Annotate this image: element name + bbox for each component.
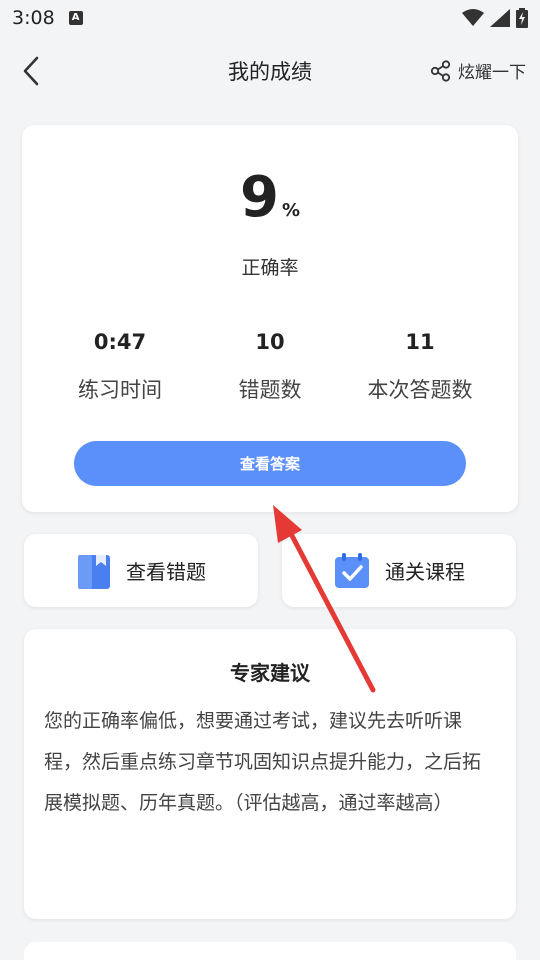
stat-value: 10 bbox=[255, 330, 285, 354]
notification-icon: A bbox=[68, 11, 83, 25]
view-wrong-questions-label: 查看错题 bbox=[126, 560, 206, 584]
stat-label: 练习时间 bbox=[78, 378, 162, 402]
stat-value: 0:47 bbox=[93, 330, 147, 354]
notebook-icon bbox=[78, 551, 110, 589]
score-page: 3:08 A 我的成绩 炫耀一下 9 % 正确率 0:47 练习时间 10 错题… bbox=[0, 0, 540, 960]
view-answers-button[interactable]: 查看答案 bbox=[74, 441, 466, 486]
battery-icon bbox=[516, 8, 528, 28]
course-button[interactable]: 通关课程 bbox=[282, 534, 516, 607]
stat-label: 本次答题数 bbox=[367, 378, 473, 402]
accuracy-unit: % bbox=[281, 200, 300, 221]
status-time: 3:08 bbox=[12, 7, 55, 29]
advice-title: 专家建议 bbox=[230, 661, 310, 685]
course-label: 通关课程 bbox=[385, 560, 465, 584]
view-wrong-questions-button[interactable]: 查看错题 bbox=[24, 534, 258, 607]
accuracy-value: 9% bbox=[22, 165, 518, 230]
advice-body: 您的正确率偏低，想要通过考试，建议先去听听课程，然后重点练习章节巩固知识点提升能… bbox=[44, 710, 482, 814]
share-button[interactable]: 炫耀一下 bbox=[430, 58, 526, 83]
stats-row: 0:47 练习时间 10 错题数 11 本次答题数 bbox=[22, 330, 518, 404]
next-card bbox=[24, 942, 516, 960]
accuracy-label: 正确率 bbox=[241, 257, 299, 279]
share-label: 炫耀一下 bbox=[458, 63, 526, 83]
stat-value: 11 bbox=[405, 330, 435, 354]
accuracy-number: 9 bbox=[239, 165, 280, 230]
stat-label: 错题数 bbox=[238, 378, 302, 402]
share-icon bbox=[430, 59, 451, 82]
stat-practice-time: 0:47 练习时间 bbox=[45, 330, 195, 404]
expert-advice-card: 专家建议 您的正确率偏低，想要通过考试，建议先去听听课程，然后重点练习章节巩固知… bbox=[24, 629, 516, 919]
status-bar: 3:08 A bbox=[0, 0, 540, 36]
signal-icon bbox=[490, 9, 510, 27]
wifi-icon bbox=[462, 9, 484, 26]
score-card: 9% 正确率 0:47 练习时间 10 错题数 11 本次答题数 查看答案 bbox=[22, 125, 518, 512]
status-icons bbox=[462, 8, 528, 28]
stat-answered-count: 11 本次答题数 bbox=[345, 330, 495, 404]
calendar-check-icon bbox=[335, 552, 369, 588]
nav-bar: 我的成绩 炫耀一下 bbox=[0, 40, 540, 102]
stat-wrong-count: 10 错题数 bbox=[195, 330, 345, 404]
